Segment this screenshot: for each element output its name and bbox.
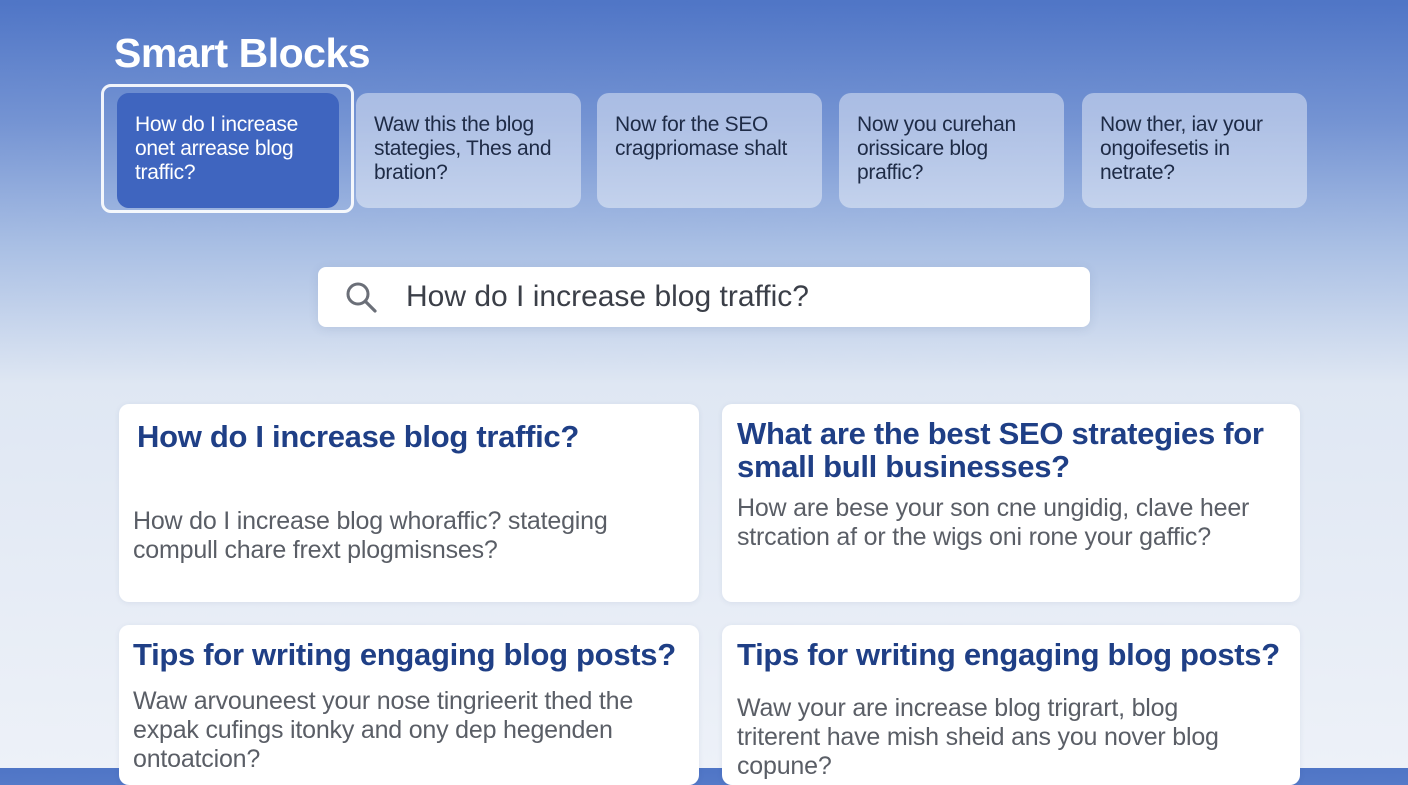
result-card-2[interactable]: What are the best SEO strategies for sma… — [722, 404, 1300, 602]
search-input[interactable] — [406, 277, 1066, 317]
result-card-1[interactable]: How do I increase blog traffic? How do I… — [119, 404, 699, 602]
card-body: How do I increase blog whoraffic? stateg… — [133, 507, 608, 564]
card-title[interactable]: How do I increase blog traffic? — [137, 420, 687, 453]
card-body: Waw arvouneest your nose tingrieerit the… — [133, 687, 634, 773]
smart-block-chip-4[interactable]: Now you curehan orissicare blog praffic? — [839, 93, 1064, 208]
result-card-4[interactable]: Tips for writing engaging blog posts? Wa… — [722, 625, 1300, 785]
smart-block-chip-3[interactable]: Now for the SEO cragpriomase shalt — [597, 93, 822, 208]
smart-block-chip-2[interactable]: Waw this the blog stategies, Thes and br… — [356, 93, 581, 208]
search-icon[interactable] — [344, 280, 378, 314]
card-title[interactable]: Tips for writing engaging blog posts? — [737, 638, 1287, 671]
smart-block-chip-1[interactable]: How do I increase onet arrease blog traf… — [117, 93, 339, 208]
smart-block-chip-5[interactable]: Now ther, iav your ongoifesetis in netra… — [1082, 93, 1307, 208]
result-card-3[interactable]: Tips for writing engaging blog posts? Wa… — [119, 625, 699, 785]
card-body: How are bese your son cne ungidig, clave… — [737, 494, 1250, 551]
card-title[interactable]: What are the best SEO strategies for sma… — [737, 417, 1277, 483]
card-title[interactable]: Tips for writing engaging blog posts? — [133, 638, 693, 671]
page-title: Smart Blocks — [114, 30, 371, 76]
search-bar[interactable] — [318, 267, 1090, 327]
